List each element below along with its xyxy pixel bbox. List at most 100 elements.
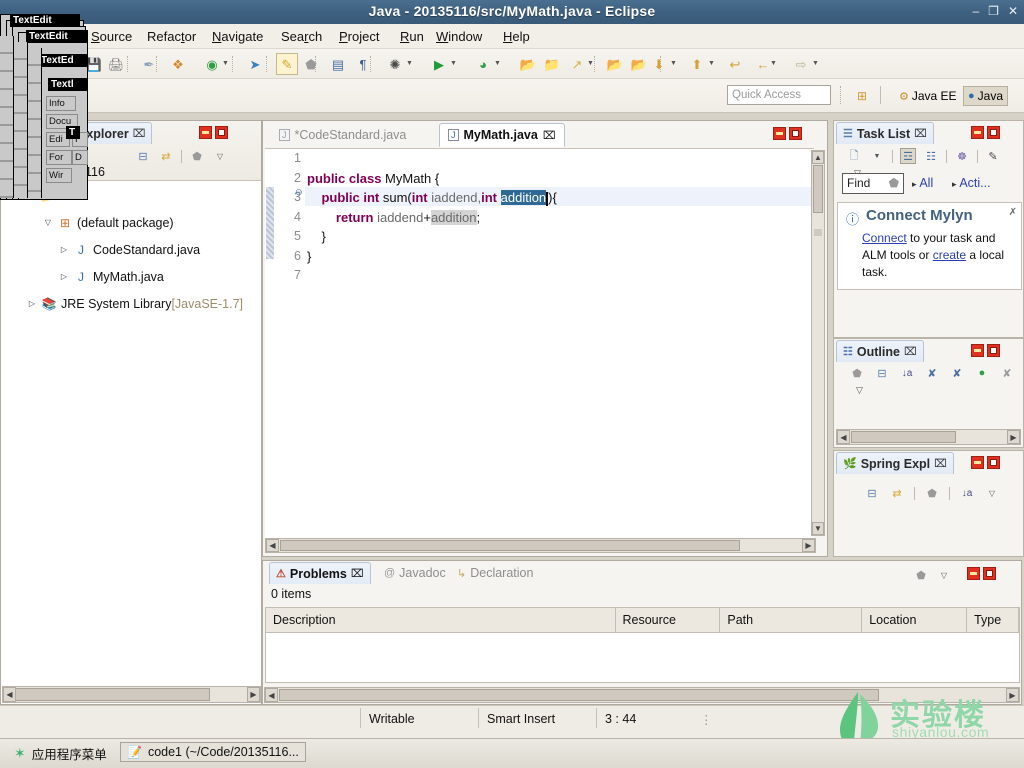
collapse-all-icon[interactable]: ⊟ xyxy=(135,148,151,164)
view-menu-icon[interactable]: ▽ xyxy=(212,148,228,164)
task-filter-active[interactable]: ▸ Acti... xyxy=(952,176,991,190)
menu-help[interactable]: Help xyxy=(498,28,535,45)
sort-icon[interactable]: ↓a xyxy=(959,485,975,501)
task-filter-all[interactable]: ▸ All xyxy=(912,176,933,190)
toolbar-dropdown-arrow-icon[interactable]: ▼ xyxy=(812,60,819,67)
categorized-presentation-icon[interactable]: ☲ xyxy=(900,148,916,164)
previous-edit-icon[interactable]: ⬇ xyxy=(648,53,670,75)
scroll-right-icon[interactable]: ▶ xyxy=(247,687,260,702)
outline-h-scrollbar[interactable]: ◀ ▶ xyxy=(836,429,1021,445)
show-whitespace-icon[interactable]: ¶ xyxy=(352,53,374,75)
search-ref-icon[interactable]: ↗ xyxy=(566,53,588,75)
problems-table-body[interactable] xyxy=(265,633,1020,683)
explorer-h-scrollbar[interactable]: ◀ ▶ xyxy=(2,686,261,703)
toolbar-dropdown-arrow-icon[interactable]: ▼ xyxy=(222,60,229,67)
maximize-icon[interactable] xyxy=(987,456,1000,469)
editor-v-scrollbar[interactable]: ▲ ▼ xyxy=(811,150,825,536)
quick-access-input[interactable]: Quick Access xyxy=(727,85,831,105)
close-icon[interactable]: ⌧ xyxy=(904,345,917,358)
twisty-expanded-icon[interactable]: ▽ xyxy=(40,218,56,227)
twisty-collapsed-icon[interactable]: ▷ xyxy=(24,299,40,308)
tree-item-codestandard-java[interactable]: ▷ J CodeStandard.java xyxy=(2,236,261,263)
menu-navigate[interactable]: Navigate xyxy=(207,28,268,45)
filters-icon[interactable]: ⬟ xyxy=(913,567,929,583)
sort-icon[interactable]: ↓a xyxy=(899,365,915,381)
textedit-menu-window[interactable]: Wir xyxy=(46,168,72,183)
menu-source[interactable]: Source xyxy=(86,28,137,45)
editor-tab-codestandard[interactable]: J *CodeStandard.java xyxy=(271,123,414,147)
tree-item-mymath-java[interactable]: ▷ J MyMath.java xyxy=(2,263,261,290)
minimize-icon[interactable] xyxy=(773,127,786,140)
project-tree[interactable]: ▽📂src▽⊞(default package)▷JCodeStandard.j… xyxy=(2,182,261,703)
column-header-description[interactable]: Description xyxy=(266,608,616,632)
maximize-icon[interactable] xyxy=(215,126,228,139)
maximize-icon[interactable] xyxy=(789,127,802,140)
scrollbar-thumb[interactable] xyxy=(280,540,740,551)
fold-collapse-icon[interactable]: ⊖ xyxy=(295,187,303,198)
scroll-left-icon[interactable]: ◀ xyxy=(837,430,850,444)
restore-icon[interactable]: ❐ xyxy=(988,5,999,17)
tab-problems[interactable]: ⚠ Problems ⌧ xyxy=(269,562,371,584)
resize-grip-icon[interactable]: ⋮ xyxy=(700,712,713,727)
scroll-up-icon[interactable]: ▲ xyxy=(812,151,824,164)
minimize-icon[interactable] xyxy=(971,344,984,357)
open-perspective-icon[interactable]: ⊞ xyxy=(853,87,871,105)
filters-icon[interactable]: ⬟ xyxy=(189,148,205,164)
scroll-left-icon[interactable]: ◀ xyxy=(3,687,16,702)
menu-run[interactable]: Run xyxy=(395,28,429,45)
hide-static-icon[interactable]: ✘ xyxy=(949,365,965,381)
minimize-icon[interactable] xyxy=(971,456,984,469)
tab-declaration[interactable]: ↳ Declaration xyxy=(451,562,539,584)
maximize-icon[interactable] xyxy=(987,126,1000,139)
new-annotation-icon[interactable]: ✒ xyxy=(138,53,160,75)
tab-outline[interactable]: ☷ Outline ⌧ xyxy=(836,340,924,362)
menu-refactor[interactable]: Refactor xyxy=(142,28,201,45)
column-header-location[interactable]: Location xyxy=(862,608,968,632)
close-icon[interactable]: ⌧ xyxy=(914,127,927,140)
scroll-left-icon[interactable]: ◀ xyxy=(265,688,278,702)
maximize-icon[interactable] xyxy=(987,344,1000,357)
toolbar-dropdown-arrow-icon[interactable]: ▼ xyxy=(494,60,501,67)
editor-h-scrollbar[interactable]: ◀ ▶ xyxy=(265,538,816,553)
scroll-left-icon[interactable]: ◀ xyxy=(266,539,279,552)
column-header-resource[interactable]: Resource xyxy=(616,608,721,632)
new-task-icon[interactable]: 🗋 xyxy=(846,148,862,164)
hide-local-icon[interactable]: ✘ xyxy=(999,365,1015,381)
menu-window[interactable]: Window xyxy=(431,28,487,45)
toolbar-dropdown-arrow-icon[interactable]: ▼ xyxy=(450,60,457,67)
scheduled-presentation-icon[interactable]: ☷ xyxy=(923,148,939,164)
link-with-editor-icon[interactable]: ⇄ xyxy=(889,485,905,501)
toolbar-dropdown-arrow-icon[interactable]: ▼ xyxy=(670,60,677,67)
column-header-type[interactable]: Type xyxy=(967,608,1020,632)
scroll-right-icon[interactable]: ▶ xyxy=(802,539,815,552)
minimize-icon[interactable] xyxy=(971,126,984,139)
collapse-all-icon[interactable]: ✎ xyxy=(985,148,1001,164)
forward-icon[interactable]: ⇨ xyxy=(790,53,812,75)
close-icon[interactable]: ⌧ xyxy=(543,129,556,142)
collapse-all-icon[interactable]: ⊟ xyxy=(874,365,890,381)
scroll-down-icon[interactable]: ▼ xyxy=(812,522,824,535)
run-icon[interactable]: ▶ xyxy=(428,53,450,75)
editor-tab-mymath[interactable]: J MyMath.java ⌧ xyxy=(439,123,565,147)
hide-fields-icon[interactable]: ✘ xyxy=(924,365,940,381)
debug-icon[interactable]: ✺ xyxy=(384,53,406,75)
perspective-java-ee[interactable]: ⚙ Java EE xyxy=(895,86,961,106)
open-folder-icon[interactable]: 📁 xyxy=(541,53,563,75)
minimize-icon[interactable] xyxy=(199,126,212,139)
scroll-right-icon[interactable]: ▶ xyxy=(1007,430,1020,444)
code-editor-area[interactable]: 1234567 public class MyMath { public int… xyxy=(265,148,814,539)
collapse-all-icon[interactable]: ⊟ xyxy=(864,485,880,501)
textedit-menu-format[interactable]: For xyxy=(46,150,72,165)
tree-item-jre-system-library[interactable]: ▷ 📚 JRE System Library [JavaSE-1.7] xyxy=(2,290,261,317)
problems-h-scrollbar[interactable]: ◀ ▶ xyxy=(264,687,1020,703)
code-line-2[interactable]: public class MyMath { xyxy=(307,171,439,186)
textedit-menu-col2-c[interactable]: T xyxy=(66,126,80,139)
perspective-java[interactable]: ● Java xyxy=(963,86,1009,106)
close-icon[interactable]: ✗ xyxy=(1009,207,1017,218)
scrollbar-thumb[interactable] xyxy=(279,689,879,701)
maximize-icon[interactable] xyxy=(983,567,996,580)
tree-item-default-package[interactable]: ▽ ⊞ (default package) xyxy=(2,209,261,236)
toolbar-dropdown-arrow-icon[interactable]: ▼ xyxy=(406,60,413,67)
minimize-icon[interactable] xyxy=(967,567,980,580)
view-menu-icon[interactable]: ▽ xyxy=(936,567,952,583)
